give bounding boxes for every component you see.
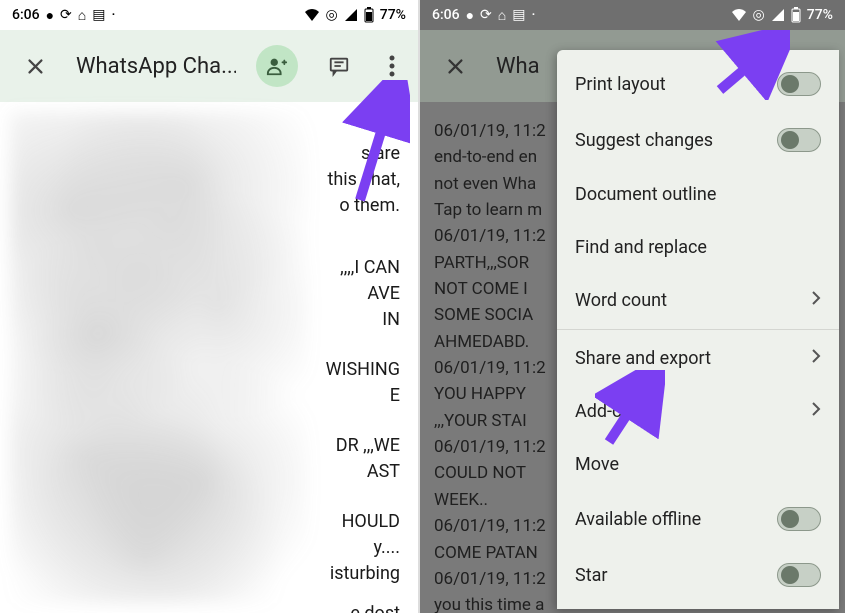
cards-icon: ▤ — [92, 7, 105, 23]
menu-item-print-layout[interactable]: Print layout — [557, 56, 839, 112]
wifi-icon — [731, 8, 747, 22]
hotspot-icon: ◎ — [753, 7, 765, 23]
visible-text-fragment: E — [390, 382, 400, 409]
menu-item-label: Word count — [575, 290, 667, 311]
menu-item-find-and-replace[interactable]: Find and replace — [557, 221, 839, 274]
status-bar: 6:06 ● ⟳ ⌂ ▤ · ◎ 77% — [420, 0, 845, 30]
overflow-menu-icon[interactable] — [380, 45, 404, 87]
blurred-content — [10, 112, 308, 603]
visible-text-fragment: s are — [361, 140, 400, 167]
cards-icon: ▤ — [512, 7, 525, 23]
menu-divider — [557, 329, 839, 330]
cloud-icon: ⌂ — [78, 7, 86, 24]
toggle-switch[interactable] — [777, 507, 821, 531]
visible-text-fragment: o them. — [339, 192, 400, 219]
toggle-switch[interactable] — [777, 72, 821, 96]
visible-text-fragment: e dost — [350, 600, 400, 613]
sync-icon: ⟳ — [480, 7, 492, 23]
chevron-right-icon — [811, 348, 821, 369]
left-screenshot: 6:06 ● ⟳ ⌂ ▤ · ◎ 77% WhatsApp Cha... — [0, 0, 420, 613]
menu-item-label: Find and replace — [575, 237, 707, 258]
visible-text-fragment: DR ,,,WE — [336, 432, 400, 459]
menu-item-label: Star — [575, 565, 607, 586]
visible-text-fragment: y.... — [373, 534, 400, 561]
visible-text-fragment: AVE — [367, 280, 400, 307]
visible-text-fragment: isturbing — [330, 560, 400, 587]
add-person-icon[interactable] — [256, 45, 298, 87]
close-icon[interactable] — [14, 45, 56, 87]
signal-icon — [344, 8, 358, 22]
right-screenshot: 6:06 ● ⟳ ⌂ ▤ · ◎ 77% Wha 06/01/19, — [420, 0, 845, 613]
menu-item-label: Print layout — [575, 74, 666, 95]
status-time: 6:06 — [432, 7, 460, 23]
close-icon[interactable] — [434, 45, 476, 87]
chevron-right-icon — [811, 401, 821, 422]
toggle-switch[interactable] — [777, 563, 821, 587]
overflow-menu: Print layout Suggest changes Document outl… — [557, 50, 839, 609]
battery-percent: 77% — [380, 7, 406, 23]
menu-item-label: Move — [575, 454, 619, 475]
chat-bubble-icon: ● — [466, 7, 474, 24]
menu-item-star[interactable]: Star — [557, 547, 839, 603]
menu-item-label: Add-ons — [575, 401, 642, 422]
visible-text-fragment: IN — [378, 306, 400, 333]
battery-percent: 77% — [807, 7, 833, 23]
menu-item-move[interactable]: Move — [557, 438, 839, 491]
document-title[interactable]: WhatsApp Cha... — [76, 54, 236, 79]
signal-icon — [771, 8, 785, 22]
status-dot: · — [531, 7, 535, 23]
battery-icon — [791, 7, 801, 23]
status-time: 6:06 — [12, 7, 40, 23]
menu-item-document-outline[interactable]: Document outline — [557, 168, 839, 221]
menu-item-add-ons[interactable]: Add-ons — [557, 385, 839, 438]
visible-text-fragment: this chat, — [323, 166, 400, 193]
battery-icon — [364, 7, 374, 23]
menu-item-label: Suggest changes — [575, 130, 713, 151]
visible-text-fragment: HOULD — [342, 508, 400, 535]
visible-text-fragment: AST — [367, 458, 400, 485]
comment-icon[interactable] — [318, 45, 360, 87]
menu-item-suggest-changes[interactable]: Suggest changes — [557, 112, 839, 168]
visible-text-fragment: ,,,,I CAN — [340, 254, 400, 281]
hotspot-icon: ◎ — [326, 7, 338, 23]
menu-item-share-and-export[interactable]: Share and export — [557, 332, 839, 385]
menu-item-label: Share and export — [575, 348, 711, 369]
app-bar: WhatsApp Cha... — [0, 30, 418, 102]
chat-bubble-icon: ● — [46, 7, 54, 24]
cloud-icon: ⌂ — [498, 7, 506, 24]
menu-item-label: Available offline — [575, 509, 701, 530]
toggle-switch[interactable] — [777, 128, 821, 152]
menu-item-word-count[interactable]: Word count — [557, 274, 839, 327]
document-body-blurred: s are this chat,o them. ,,,,I CANAVE IN WI… — [0, 102, 418, 613]
visible-text-fragment: WISHING — [326, 356, 400, 383]
status-dot: · — [111, 7, 115, 23]
status-bar: 6:06 ● ⟳ ⌂ ▤ · ◎ 77% — [0, 0, 418, 30]
chevron-right-icon — [811, 290, 821, 311]
menu-item-label: Document outline — [575, 184, 716, 205]
wifi-icon — [304, 8, 320, 22]
menu-item-available-offline[interactable]: Available offline — [557, 491, 839, 547]
sync-icon: ⟳ — [60, 7, 72, 23]
